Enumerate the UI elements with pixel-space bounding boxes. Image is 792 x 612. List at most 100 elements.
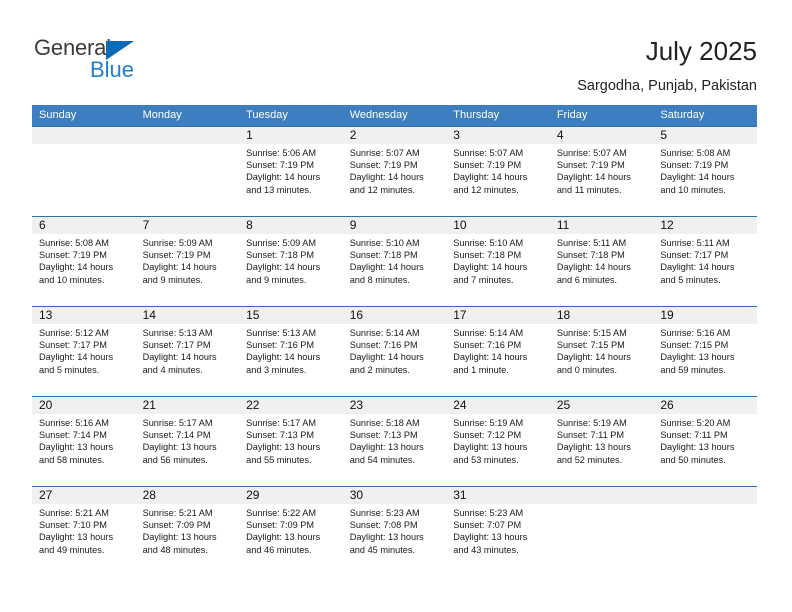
daylight-text-line1: Daylight: 14 hours — [453, 262, 528, 273]
sunrise-text: Sunrise: 5:07 AM — [349, 148, 420, 158]
sunset-text: Sunset: 7:17 PM — [39, 340, 107, 351]
day-number: 10 — [446, 217, 550, 234]
calendar-day-cell[interactable]: 18 Sunrise: 5:15 AM Sunset: 7:15 PM Dayligh… — [549, 306, 654, 396]
day-number — [32, 127, 136, 144]
calendar-day-cell[interactable]: 7 Sunrise: 5:09 AM Sunset: 7:19 PM Daylight… — [135, 216, 240, 306]
sunrise-text: Sunrise: 5:07 AM — [453, 148, 524, 158]
calendar-day-cell[interactable]: 21 Sunrise: 5:17 AM Sunset: 7:14 PM Dayligh… — [135, 396, 240, 486]
sunset-text: Sunset: 7:19 PM — [349, 160, 418, 171]
sunrise-text: Sunrise: 5:14 AM — [349, 328, 420, 338]
calendar-day-cell[interactable]: 11 Sunrise: 5:11 AM Sunset: 7:18 PM Dayligh… — [549, 216, 654, 306]
calendar-day-cell[interactable]: 12 Sunrise: 5:11 AM Sunset: 7:17 PM Dayligh… — [653, 216, 757, 306]
daylight-text-line1: Daylight: 14 hours — [660, 172, 735, 183]
page-header: General Blue July 2025 Sargodha, Punjab,… — [0, 0, 792, 100]
calendar-day-cell[interactable]: 8 Sunrise: 5:09 AM Sunset: 7:18 PM Daylight… — [239, 216, 343, 306]
day-details: Sunrise: 5:17 AM Sunset: 7:14 PM Daylight:… — [136, 414, 240, 466]
calendar-day-cell[interactable]: 14 Sunrise: 5:13 AM Sunset: 7:17 PM Dayligh… — [135, 306, 240, 396]
calendar-day-cell[interactable]: 16 Sunrise: 5:14 AM Sunset: 7:16 PM Dayligh… — [342, 306, 447, 396]
calendar-day-cell[interactable]: 4 Sunrise: 5:07 AM Sunset: 7:19 PM Daylight… — [549, 126, 654, 216]
sunrise-text: Sunrise: 5:08 AM — [660, 148, 731, 158]
calendar-day-cell[interactable]: 13 Sunrise: 5:12 AM Sunset: 7:17 PM Dayligh… — [32, 306, 136, 396]
daylight-text-line2: and 4 minutes. — [142, 364, 203, 375]
daylight-text-line2: and 11 minutes. — [556, 184, 622, 195]
calendar-day-cell[interactable]: 25 Sunrise: 5:19 AM Sunset: 7:11 PM Dayligh… — [549, 396, 654, 486]
calendar-day-cell[interactable]: 5 Sunrise: 5:08 AM Sunset: 7:19 PM Daylight… — [653, 126, 757, 216]
calendar-day-cell-empty — [32, 126, 136, 216]
calendar-day-cell[interactable]: 20 Sunrise: 5:16 AM Sunset: 7:14 PM Dayligh… — [32, 396, 136, 486]
daylight-text-line1: Daylight: 13 hours — [349, 442, 424, 453]
calendar-week-row: 6 Sunrise: 5:08 AM Sunset: 7:19 PM Daylight… — [32, 216, 757, 306]
day-number: 20 — [32, 397, 136, 414]
calendar-day-cell[interactable]: 28 Sunrise: 5:21 AM Sunset: 7:09 PM Dayligh… — [135, 486, 240, 576]
daylight-text-line2: and 12 minutes. — [453, 184, 519, 195]
day-number: 12 — [653, 217, 757, 234]
daylight-text-line2: and 2 minutes. — [349, 364, 410, 375]
daylight-text-line1: Daylight: 13 hours — [246, 532, 321, 543]
day-details: Sunrise: 5:18 AM Sunset: 7:13 PM Daylight:… — [343, 414, 447, 466]
calendar-day-cell[interactable]: 9 Sunrise: 5:10 AM Sunset: 7:18 PM Daylight… — [342, 216, 447, 306]
day-number: 18 — [549, 307, 654, 324]
daylight-text-line1: Daylight: 14 hours — [556, 172, 631, 183]
sunrise-text: Sunrise: 5:10 AM — [349, 238, 420, 248]
calendar-day-cell[interactable]: 30 Sunrise: 5:23 AM Sunset: 7:08 PM Dayligh… — [342, 486, 447, 576]
daylight-text-line2: and 10 minutes. — [39, 274, 105, 285]
daylight-text-line1: Daylight: 13 hours — [660, 442, 735, 453]
daylight-text-line2: and 12 minutes. — [349, 184, 416, 195]
daylight-text-line2: and 56 minutes. — [142, 454, 208, 465]
sunset-text: Sunset: 7:19 PM — [660, 160, 729, 171]
sunset-text: Sunset: 7:11 PM — [556, 430, 625, 441]
daylight-text-line2: and 55 minutes. — [246, 454, 312, 465]
calendar-day-cell[interactable]: 22 Sunrise: 5:17 AM Sunset: 7:13 PM Dayligh… — [239, 396, 343, 486]
calendar-day-cell[interactable]: 24 Sunrise: 5:19 AM Sunset: 7:12 PM Dayligh… — [446, 396, 550, 486]
sunset-text: Sunset: 7:16 PM — [349, 340, 418, 351]
calendar-day-cell-empty — [549, 486, 654, 576]
weekday-header-sunday: Sunday — [39, 109, 77, 121]
day-number: 13 — [32, 307, 136, 324]
sunset-text: Sunset: 7:19 PM — [39, 250, 107, 261]
day-details: Sunrise: 5:15 AM Sunset: 7:15 PM Daylight:… — [550, 324, 654, 376]
sunrise-text: Sunrise: 5:13 AM — [246, 328, 317, 338]
calendar-day-cell[interactable]: 6 Sunrise: 5:08 AM Sunset: 7:19 PM Daylight… — [32, 216, 136, 306]
sunset-text: Sunset: 7:14 PM — [142, 430, 211, 441]
sunrise-text: Sunrise: 5:19 AM — [556, 418, 627, 428]
calendar-day-cell[interactable]: 31 Sunrise: 5:23 AM Sunset: 7:07 PM Dayligh… — [446, 486, 550, 576]
calendar-day-cell[interactable]: 29 Sunrise: 5:22 AM Sunset: 7:09 PM Dayligh… — [239, 486, 343, 576]
calendar-day-cell[interactable]: 10 Sunrise: 5:10 AM Sunset: 7:18 PM Dayligh… — [446, 216, 550, 306]
sunrise-text: Sunrise: 5:16 AM — [660, 328, 731, 338]
day-number: 22 — [239, 397, 343, 414]
daylight-text-line2: and 43 minutes. — [453, 544, 519, 555]
sunrise-text: Sunrise: 5:16 AM — [39, 418, 109, 428]
sunrise-text: Sunrise: 5:14 AM — [453, 328, 524, 338]
sunrise-text: Sunrise: 5:11 AM — [660, 238, 730, 248]
calendar-day-cell[interactable]: 3 Sunrise: 5:07 AM Sunset: 7:19 PM Daylight… — [446, 126, 550, 216]
daylight-text-line1: Daylight: 14 hours — [142, 262, 217, 273]
daylight-text-line1: Daylight: 13 hours — [142, 442, 217, 453]
calendar-day-cell[interactable]: 1 Sunrise: 5:06 AM Sunset: 7:19 PM Daylight… — [239, 126, 343, 216]
sunset-text: Sunset: 7:12 PM — [453, 430, 522, 441]
sunrise-text: Sunrise: 5:23 AM — [349, 508, 420, 518]
sunset-text: Sunset: 7:16 PM — [246, 340, 315, 351]
daylight-text-line2: and 48 minutes. — [142, 544, 208, 555]
calendar-day-cell[interactable]: 17 Sunrise: 5:14 AM Sunset: 7:16 PM Dayligh… — [446, 306, 550, 396]
calendar-day-cell[interactable]: 2 Sunrise: 5:07 AM Sunset: 7:19 PM Daylight… — [342, 126, 447, 216]
day-number — [135, 127, 240, 144]
day-number: 28 — [135, 487, 240, 504]
calendar-day-cell[interactable]: 15 Sunrise: 5:13 AM Sunset: 7:16 PM Dayligh… — [239, 306, 343, 396]
calendar-day-cell[interactable]: 19 Sunrise: 5:16 AM Sunset: 7:15 PM Dayligh… — [653, 306, 757, 396]
calendar-day-cell[interactable]: 27 Sunrise: 5:21 AM Sunset: 7:10 PM Dayligh… — [32, 486, 136, 576]
daylight-text-line1: Daylight: 13 hours — [142, 532, 217, 543]
sunrise-text: Sunrise: 5:17 AM — [246, 418, 317, 428]
daylight-text-line2: and 54 minutes. — [349, 454, 416, 465]
day-details: Sunrise: 5:20 AM Sunset: 7:11 PM Daylight:… — [653, 414, 757, 466]
daylight-text-line1: Daylight: 14 hours — [246, 352, 321, 363]
day-number: 5 — [653, 127, 757, 144]
sunset-text: Sunset: 7:14 PM — [39, 430, 107, 441]
general-blue-logo[interactable]: General Blue — [34, 36, 254, 86]
calendar-day-cell[interactable]: 26 Sunrise: 5:20 AM Sunset: 7:11 PM Dayligh… — [653, 396, 757, 486]
sunset-text: Sunset: 7:19 PM — [453, 160, 522, 171]
sunrise-text: Sunrise: 5:20 AM — [660, 418, 731, 428]
day-details: Sunrise: 5:10 AM Sunset: 7:18 PM Daylight:… — [343, 234, 447, 286]
day-number: 1 — [239, 127, 343, 144]
calendar-day-cell[interactable]: 23 Sunrise: 5:18 AM Sunset: 7:13 PM Dayligh… — [342, 396, 447, 486]
daylight-text-line1: Daylight: 14 hours — [349, 172, 424, 183]
